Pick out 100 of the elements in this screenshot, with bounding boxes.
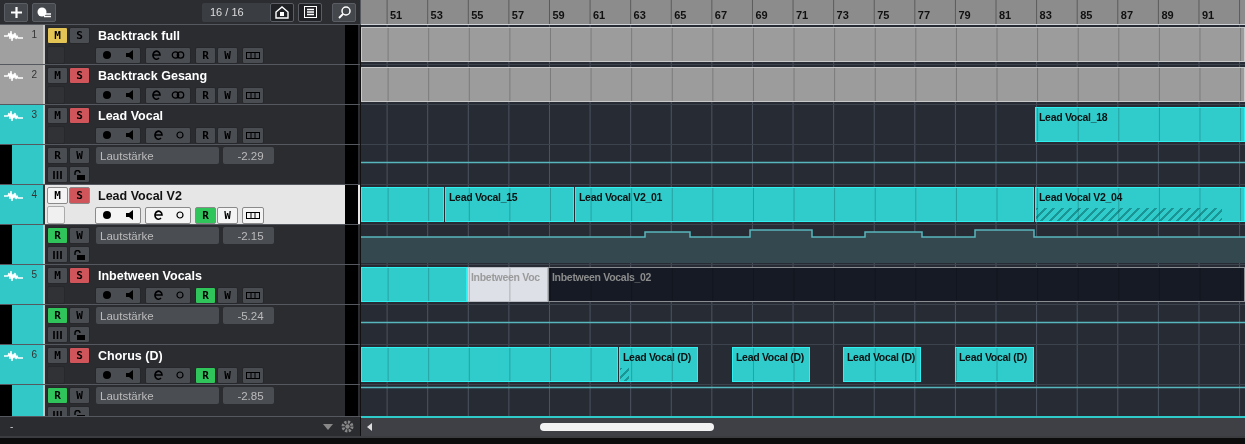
- audio-clip[interactable]: [361, 347, 618, 382]
- lock-button[interactable]: [69, 246, 90, 263]
- write-button[interactable]: W: [217, 206, 238, 224]
- edit-button[interactable]: [145, 206, 191, 224]
- audio-clip[interactable]: Lead Vocal (D): [619, 347, 698, 382]
- read-button[interactable]: R: [47, 227, 68, 244]
- bar-number: 75: [877, 9, 890, 21]
- speaker-icon: [125, 90, 133, 100]
- track-select-box[interactable]: [47, 286, 65, 304]
- track-header[interactable]: 1 M S Backtrack full R W: [0, 25, 360, 65]
- clip-name: Inbetween Vocals_02: [552, 271, 652, 283]
- lock-button[interactable]: [69, 326, 90, 343]
- solo-button[interactable]: S: [69, 187, 90, 204]
- mute-button[interactable]: M: [47, 187, 68, 204]
- solo-button[interactable]: S: [69, 347, 90, 364]
- lock-button[interactable]: [69, 166, 90, 183]
- track-name: Backtrack full: [98, 28, 180, 43]
- automation-track-header[interactable]: R W Lautstärke -2.29: [0, 145, 360, 185]
- search-icon: [337, 5, 351, 19]
- read-button[interactable]: R: [47, 387, 68, 404]
- audio-clip[interactable]: [361, 267, 467, 302]
- bar-number: 91: [1202, 9, 1215, 21]
- edit-icon: [152, 370, 163, 380]
- bars-button[interactable]: [47, 326, 68, 343]
- parameter-field[interactable]: Lautstärke: [96, 387, 219, 404]
- bar-number: 69: [755, 9, 768, 21]
- solo-button[interactable]: S: [69, 67, 90, 84]
- clip-name: Lead Vocal (D): [736, 351, 804, 363]
- speaker-icon: [125, 50, 133, 60]
- automation-track-header[interactable]: R W Lautstärke -2.85: [0, 385, 360, 416]
- track-header[interactable]: 6 M S Chorus (D) R W: [0, 345, 360, 385]
- record-icon: [103, 131, 112, 139]
- audio-clip[interactable]: Lead Vocal V2_01: [575, 187, 1034, 222]
- bar-number: 87: [1120, 9, 1134, 21]
- clip-name: Lead Vocal_18: [1039, 111, 1108, 123]
- track-select-box[interactable]: [47, 206, 65, 224]
- mute-button[interactable]: M: [47, 27, 68, 44]
- plus-icon: [10, 6, 22, 18]
- track-header[interactable]: 3 M S Lead Vocal R W: [0, 105, 360, 145]
- read-button[interactable]: R: [47, 307, 68, 324]
- add-track-button[interactable]: [4, 2, 28, 22]
- bars-button[interactable]: [47, 246, 68, 263]
- track-header[interactable]: 5 M S Inbetween Vocals R W: [0, 265, 360, 305]
- solo-button[interactable]: S: [69, 267, 90, 284]
- track-counter: 16 / 16: [202, 2, 270, 22]
- read-button[interactable]: R: [195, 366, 216, 384]
- parameter-field[interactable]: Lautstärke: [96, 227, 219, 244]
- audio-clip[interactable]: Lead Vocal V2_04: [1035, 187, 1245, 222]
- track-select-box[interactable]: [47, 126, 65, 144]
- track-header[interactable]: 2 M S Backtrack Gesang R W: [0, 65, 360, 105]
- bar-number: 65: [674, 9, 687, 21]
- track-select-box[interactable]: [47, 366, 65, 384]
- audio-clip[interactable]: Lead Vocal (D): [843, 347, 921, 382]
- record-icon: [103, 51, 112, 59]
- bars-button[interactable]: [47, 166, 68, 183]
- track-header[interactable]: 4 M S Lead Vocal V2 R W: [0, 185, 360, 225]
- waveform-icon: [4, 349, 24, 363]
- value-field[interactable]: -5.24: [223, 307, 274, 324]
- audio-clip[interactable]: Inbetween Vocals_02: [548, 267, 1245, 302]
- read-button[interactable]: R: [195, 286, 216, 304]
- audio-clip[interactable]: [361, 67, 1245, 102]
- timeline-ruler[interactable]: 51 53 55 57 59 61 63 65 67 69 71 73 75 77 79 81 83 85 87 89 91: [361, 0, 1245, 25]
- track-number: 5: [31, 269, 37, 280]
- audio-clip[interactable]: Lead Vocal_15: [445, 187, 574, 222]
- waveform-icon: [4, 69, 24, 83]
- scrollbar-thumb[interactable]: [540, 423, 714, 431]
- record-monitor-button[interactable]: [95, 206, 141, 224]
- automation-track-header[interactable]: R W Lautstärke -2.15: [0, 225, 360, 265]
- search-button[interactable]: [332, 2, 356, 22]
- value-field[interactable]: -2.29: [223, 147, 274, 164]
- audio-clip[interactable]: Lead Vocal_18: [1035, 107, 1245, 142]
- track-presets-button[interactable]: [32, 2, 56, 22]
- waveform-icon: [4, 189, 24, 203]
- solo-button[interactable]: S: [69, 107, 90, 124]
- track-name: Lead Vocal V2: [98, 188, 182, 203]
- bar-number: 59: [552, 9, 565, 21]
- parameter-field[interactable]: Lautstärke: [96, 147, 219, 164]
- bar-number: 61: [593, 9, 606, 21]
- track-number: 2: [31, 69, 37, 80]
- visibility-button[interactable]: [270, 2, 294, 22]
- parameter-field[interactable]: Lautstärke: [96, 307, 219, 324]
- house-icon: [275, 5, 289, 19]
- list-button[interactable]: [298, 2, 322, 22]
- audio-clip[interactable]: Lead Vocal (D): [732, 347, 810, 382]
- audio-clip[interactable]: [361, 27, 1245, 62]
- value-field[interactable]: -2.15: [223, 227, 274, 244]
- edit-icon: [152, 130, 163, 140]
- head-list-icon: [37, 6, 51, 18]
- automation-track-header[interactable]: R W Lautstärke -5.24: [0, 305, 360, 345]
- read-button[interactable]: R: [195, 206, 216, 224]
- lanes-button[interactable]: [242, 206, 264, 224]
- speaker-icon: [125, 370, 133, 380]
- value-field[interactable]: -2.85: [223, 387, 274, 404]
- record-icon: [103, 291, 112, 299]
- audio-clip[interactable]: Lead Vocal (D): [955, 347, 1034, 382]
- track-select-box[interactable]: [47, 46, 65, 64]
- edit-icon: [151, 50, 161, 60]
- bar-number: 67: [714, 9, 728, 21]
- audio-clip[interactable]: [361, 187, 444, 222]
- track-select-box[interactable]: [47, 86, 65, 104]
